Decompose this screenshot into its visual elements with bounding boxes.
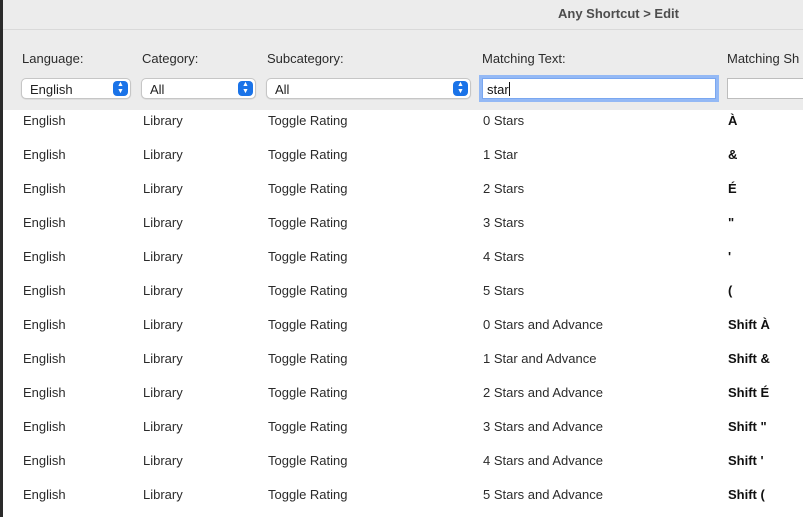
category-cell: Library xyxy=(143,385,183,400)
table-row[interactable]: English Library Toggle Rating 3 Stars and A… xyxy=(23,416,803,450)
language-select[interactable]: English ▲ ▼ xyxy=(21,78,131,99)
language-cell: English xyxy=(23,113,66,128)
category-select-value: All xyxy=(150,82,165,97)
chevron-up-down-icon: ▲ ▼ xyxy=(238,81,253,96)
language-cell: English xyxy=(23,453,66,468)
matching-shortcut-header: Matching Sh xyxy=(727,51,800,66)
matching-text-value: star xyxy=(487,82,509,97)
category-select[interactable]: All ▲ ▼ xyxy=(141,78,256,99)
language-cell: English xyxy=(23,147,66,162)
subcategory-select[interactable]: All ▲ ▼ xyxy=(266,78,471,99)
matching-text-cell: 0 Stars xyxy=(483,113,525,128)
category-cell: Library xyxy=(143,283,183,298)
shortcut-cell: " xyxy=(728,215,735,230)
shortcut-cell: Shift ( xyxy=(728,487,765,502)
matching-text-cell: 1 Star xyxy=(483,147,518,162)
category-cell: Library xyxy=(143,487,183,502)
table-row[interactable]: English Library Toggle Rating 2 Stars and A… xyxy=(23,382,803,416)
language-cell: English xyxy=(23,419,66,434)
subcategory-cell: Toggle Rating xyxy=(268,487,348,502)
matching-text-cell: 3 Stars xyxy=(483,215,525,230)
category-header: Category: xyxy=(142,51,199,66)
matching-text-header: Matching Text: xyxy=(482,51,566,66)
matching-text-cell: 5 Stars xyxy=(483,283,525,298)
table-row[interactable]: English Library Toggle Rating 2 Stars É xyxy=(23,178,803,212)
subcategory-header: Subcategory: xyxy=(267,51,344,66)
shortcut-cell: Shift & xyxy=(728,351,770,366)
shortcut-table: English Library Toggle Rating 0 Stars À Engli… xyxy=(23,110,803,517)
table-row[interactable]: English Library Toggle Rating 5 Stars ( xyxy=(23,280,803,314)
subcategory-cell: Toggle Rating xyxy=(268,317,348,332)
table-row[interactable]: English Library Toggle Rating 4 Stars ' xyxy=(23,246,803,280)
language-cell: English xyxy=(23,317,66,332)
language-cell: English xyxy=(23,283,66,298)
subcategory-cell: Toggle Rating xyxy=(268,351,348,366)
matching-text-cell: 3 Stars and Advance xyxy=(483,419,603,434)
subcategory-cell: Toggle Rating xyxy=(268,419,348,434)
shortcut-cell: É xyxy=(728,181,737,196)
shortcut-cell: & xyxy=(728,147,738,162)
shortcut-cell: À xyxy=(728,113,738,128)
language-cell: English xyxy=(23,215,66,230)
table-row[interactable]: English Library Toggle Rating 1 Star and Ad… xyxy=(23,348,803,382)
category-cell: Library xyxy=(143,317,183,332)
table-row[interactable]: English Library Toggle Rating 0 Stars and A… xyxy=(23,314,803,348)
language-cell: English xyxy=(23,181,66,196)
language-cell: English xyxy=(23,487,66,502)
matching-text-cell: 4 Stars xyxy=(483,249,525,264)
matching-shortcut-input[interactable] xyxy=(727,78,803,99)
language-header: Language: xyxy=(22,51,84,66)
category-cell: Library xyxy=(143,215,183,230)
shortcut-cell: Shift " xyxy=(728,419,767,434)
shortcut-cell: ( xyxy=(728,283,733,298)
table-row[interactable]: English Library Toggle Rating 4 Stars and A… xyxy=(23,450,803,484)
subcategory-cell: Toggle Rating xyxy=(268,283,348,298)
category-cell: Library xyxy=(143,113,183,128)
shortcut-cell: Shift ' xyxy=(728,453,764,468)
subcategory-cell: Toggle Rating xyxy=(268,385,348,400)
language-select-value: English xyxy=(30,82,73,97)
text-caret xyxy=(508,82,510,96)
subcategory-cell: Toggle Rating xyxy=(268,147,348,162)
subcategory-cell: Toggle Rating xyxy=(268,113,348,128)
subcategory-cell: Toggle Rating xyxy=(268,181,348,196)
subcategory-cell: Toggle Rating xyxy=(268,215,348,230)
category-cell: Library xyxy=(143,181,183,196)
matching-text-cell: 2 Stars and Advance xyxy=(483,385,603,400)
language-cell: English xyxy=(23,249,66,264)
shortcut-cell: Shift À xyxy=(728,317,770,332)
shortcut-cell: Shift É xyxy=(728,385,770,400)
title-bar[interactable]: Any Shortcut > Edit xyxy=(3,0,803,30)
category-cell: Library xyxy=(143,419,183,434)
table-row[interactable]: English Library Toggle Rating 3 Stars " xyxy=(23,212,803,246)
matching-text-cell: 2 Stars xyxy=(483,181,525,196)
category-cell: Library xyxy=(143,249,183,264)
language-cell: English xyxy=(23,351,66,366)
table-row[interactable]: English Library Toggle Rating 1 Star & xyxy=(23,144,803,178)
subcategory-cell: Toggle Rating xyxy=(268,453,348,468)
category-cell: Library xyxy=(143,453,183,468)
matching-text-cell: 4 Stars and Advance xyxy=(483,453,603,468)
matching-text-cell: 0 Stars and Advance xyxy=(483,317,603,332)
subcategory-cell: Toggle Rating xyxy=(268,249,348,264)
chevron-up-down-icon: ▲ ▼ xyxy=(453,81,468,96)
chevron-up-down-icon: ▲ ▼ xyxy=(113,81,128,96)
shortcut-cell: ' xyxy=(728,249,732,264)
table-row[interactable]: English Library Toggle Rating 0 Stars À xyxy=(23,110,803,144)
matching-text-cell: 1 Star and Advance xyxy=(483,351,597,366)
table-row[interactable]: English Library Toggle Rating 5 Stars and A… xyxy=(23,484,803,518)
category-cell: Library xyxy=(143,351,183,366)
language-cell: English xyxy=(23,385,66,400)
subcategory-select-value: All xyxy=(275,82,290,97)
category-cell: Library xyxy=(143,147,183,162)
matching-text-input[interactable]: star xyxy=(482,78,716,99)
window-title: Any Shortcut > Edit xyxy=(558,6,679,21)
matching-text-cell: 5 Stars and Advance xyxy=(483,487,603,502)
